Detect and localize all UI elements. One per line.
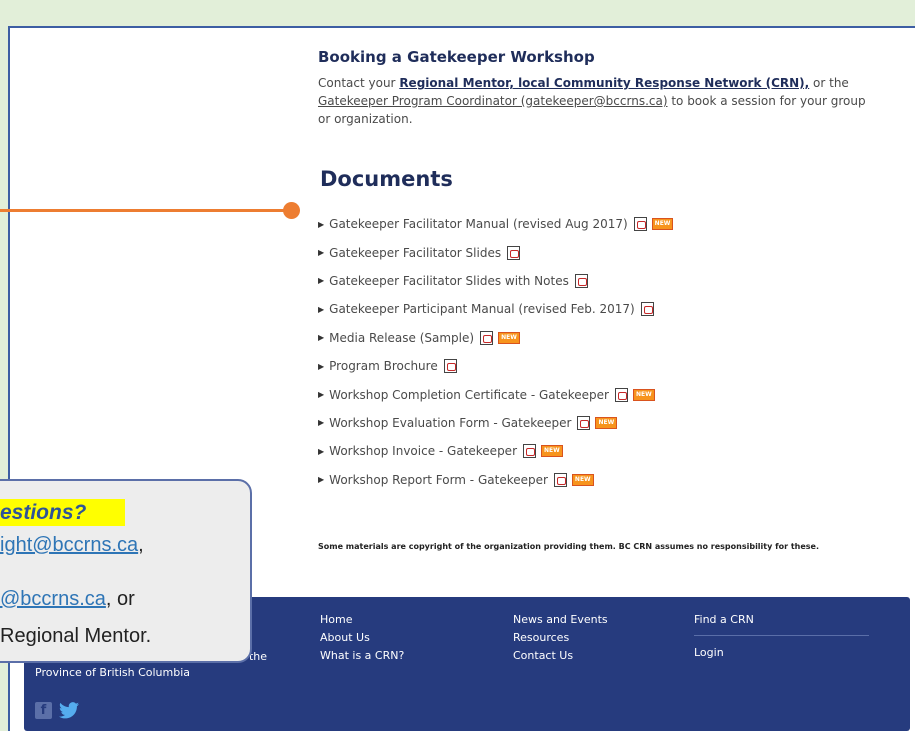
- booking-section: Booking a Gatekeeper Workshop Contact yo…: [318, 48, 878, 128]
- documents-title: Documents: [320, 167, 453, 191]
- booking-text-start: Contact your: [318, 76, 400, 90]
- booking-text-or: or the: [809, 76, 849, 90]
- bullet-triangle-icon: ▶: [318, 219, 325, 229]
- new-badge: NEW: [571, 473, 594, 486]
- twitter-icon[interactable]: [59, 702, 79, 719]
- callout-line-1-rest: ,: [138, 534, 144, 556]
- pdf-icon[interactable]: [443, 359, 457, 374]
- footer-social: f: [35, 702, 79, 719]
- callout-email-link-1[interactable]: ight@bccrns.ca: [0, 534, 138, 556]
- document-link[interactable]: Program Brochure: [329, 359, 438, 373]
- document-link[interactable]: Media Release (Sample): [329, 331, 474, 345]
- footer-funding-text: , the Province of British Columbia: [35, 650, 267, 681]
- callout-email-link-2[interactable]: @bccrns.ca: [0, 588, 106, 610]
- footer-link-what-is-crn[interactable]: What is a CRN?: [320, 647, 404, 665]
- footer-link-contact[interactable]: Contact Us: [513, 647, 608, 665]
- document-item: ▶ Workshop Evaluation Form - Gatekeeper NE…: [318, 409, 673, 437]
- pdf-icon[interactable]: [480, 330, 494, 345]
- callout-title: estions?: [0, 499, 125, 526]
- pdf-icon[interactable]: [523, 444, 536, 459]
- annotation-connector-dot: [283, 202, 300, 219]
- booking-text: Contact your Regional Mentor, local Comm…: [318, 74, 878, 128]
- document-link[interactable]: Workshop Evaluation Form - Gatekeeper: [329, 416, 571, 430]
- footer-link-home[interactable]: Home: [320, 611, 404, 629]
- footer-divider: [694, 635, 869, 636]
- document-item: ▶ Workshop Completion Certificate - Gatek…: [318, 380, 673, 408]
- footer-nav-col-2: News and Events Resources Contact Us: [513, 611, 608, 665]
- new-badge: NEW: [651, 218, 674, 231]
- document-link[interactable]: Gatekeeper Facilitator Manual (revised A…: [329, 217, 628, 231]
- footer-link-find-crn[interactable]: Find a CRN: [694, 611, 869, 629]
- document-link[interactable]: Workshop Invoice - Gatekeeper: [329, 444, 517, 458]
- annotation-connector-line: [0, 209, 290, 212]
- document-item: ▶ Workshop Report Form - Gatekeeper NEW: [318, 466, 673, 494]
- document-item: ▶ Gatekeeper Facilitator Slides with Note…: [318, 267, 673, 295]
- booking-title: Booking a Gatekeeper Workshop: [318, 48, 595, 66]
- footer-nav-col-1: Home About Us What is a CRN?: [320, 611, 404, 665]
- disclaimer-text: Some materials are copyright of the orga…: [318, 542, 819, 551]
- document-link[interactable]: Gatekeeper Facilitator Slides: [329, 246, 501, 260]
- facebook-icon[interactable]: f: [35, 702, 52, 719]
- footer-link-login[interactable]: Login: [694, 644, 869, 662]
- footer-link-about[interactable]: About Us: [320, 629, 404, 647]
- pdf-icon[interactable]: [507, 245, 521, 260]
- document-link[interactable]: Gatekeeper Participant Manual (revised F…: [329, 302, 635, 316]
- document-link[interactable]: Gatekeeper Facilitator Slides with Notes: [329, 274, 569, 288]
- document-link[interactable]: Workshop Completion Certificate - Gateke…: [329, 388, 609, 402]
- regional-mentor-link[interactable]: Regional Mentor, local Community Respons…: [399, 76, 809, 90]
- callout-line-1: ight@bccrns.ca,: [0, 534, 144, 557]
- callout-line-2-rest: , or: [105, 588, 135, 610]
- bullet-triangle-icon: ▶: [318, 333, 325, 343]
- callout-line-3: Regional Mentor.: [0, 625, 152, 647]
- bullet-triangle-icon: ▶: [318, 361, 325, 371]
- pdf-icon[interactable]: [614, 387, 628, 402]
- new-badge: NEW: [632, 388, 655, 401]
- document-item: ▶ Workshop Invoice - Gatekeeper NEW: [318, 437, 673, 465]
- footer-nav-col-3: Find a CRN Login: [694, 611, 869, 662]
- new-badge: NEW: [498, 331, 520, 344]
- document-link[interactable]: Workshop Report Form - Gatekeeper: [329, 473, 548, 487]
- new-badge: NEW: [541, 445, 563, 458]
- bullet-triangle-icon: ▶: [318, 475, 325, 485]
- new-badge: NEW: [595, 416, 618, 429]
- document-item: ▶ Gatekeeper Participant Manual (revised …: [318, 295, 673, 323]
- callout-line-2: @bccrns.ca, or: [0, 588, 135, 611]
- bullet-triangle-icon: ▶: [318, 276, 325, 286]
- bullet-triangle-icon: ▶: [318, 418, 325, 428]
- document-item: ▶ Media Release (Sample) NEW: [318, 324, 673, 352]
- pdf-icon[interactable]: [577, 415, 591, 430]
- document-item: ▶ Gatekeeper Facilitator Manual (revised …: [318, 210, 674, 238]
- document-item: ▶ Program Brochure: [318, 352, 673, 380]
- pdf-icon[interactable]: [574, 273, 588, 288]
- bullet-triangle-icon: ▶: [318, 304, 325, 314]
- footer-link-news[interactable]: News and Events: [513, 611, 608, 629]
- bullet-triangle-icon: ▶: [318, 446, 325, 456]
- document-item: ▶ Gatekeeper Facilitator Slides: [318, 238, 673, 266]
- pdf-icon[interactable]: [633, 217, 647, 232]
- coordinator-link[interactable]: Gatekeeper Program Coordinator (gatekeep…: [318, 94, 668, 108]
- bullet-triangle-icon: ▶: [318, 390, 325, 400]
- pdf-icon[interactable]: [553, 472, 567, 487]
- documents-list: ▶ Gatekeeper Facilitator Manual (revised …: [318, 210, 674, 494]
- pdf-icon[interactable]: [640, 302, 654, 317]
- footer-link-resources[interactable]: Resources: [513, 629, 608, 647]
- footer-funding-line: Province of British Columbia: [35, 666, 191, 679]
- bullet-triangle-icon: ▶: [318, 248, 325, 258]
